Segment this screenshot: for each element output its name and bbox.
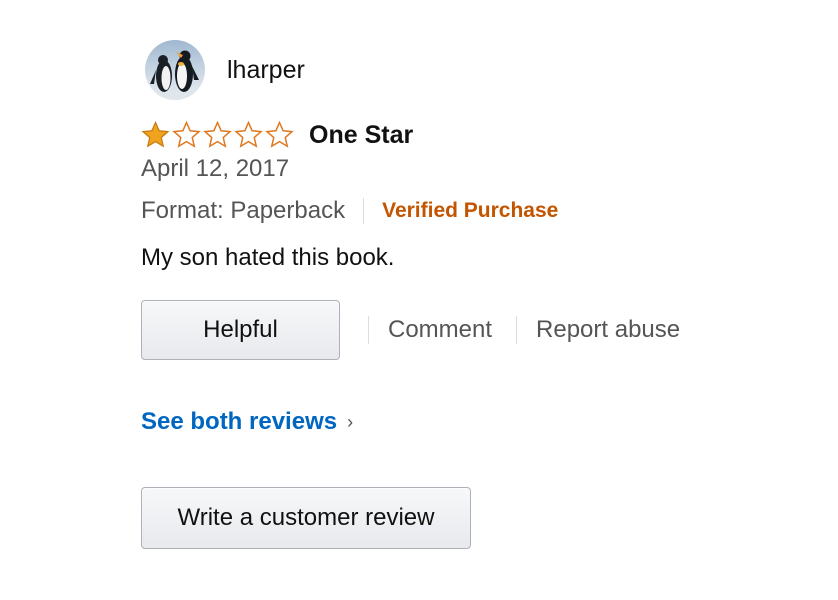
format-label[interactable]: Format: Paperback — [141, 197, 345, 225]
chevron-right-icon: › — [347, 412, 354, 432]
divider — [516, 316, 518, 344]
star-filled-icon — [141, 120, 170, 148]
penguin-avatar-icon[interactable] — [145, 40, 205, 100]
see-all-reviews-link[interactable]: See both reviews › — [141, 408, 353, 436]
rating-row: One Star — [140, 118, 413, 152]
report-abuse-link[interactable]: Report abuse — [536, 316, 680, 344]
verified-purchase-badge: Verified Purchase — [382, 199, 559, 222]
star-empty-icon — [265, 120, 294, 148]
review-title[interactable]: One Star — [309, 121, 413, 150]
review-body: My son hated this book. — [141, 244, 395, 271]
divider — [368, 316, 369, 344]
review-block: lharper One Star April 12, 2017 Format: … — [0, 0, 838, 600]
reviewer-profile[interactable]: lharper — [145, 40, 305, 100]
star-rating[interactable] — [140, 120, 295, 150]
format-row: Format: Paperback Verified Purchase — [141, 195, 558, 227]
star-empty-icon — [172, 120, 201, 148]
review-date: April 12, 2017 — [141, 155, 290, 182]
star-empty-icon — [234, 120, 263, 148]
comment-link[interactable]: Comment — [388, 316, 492, 344]
write-review-button[interactable]: Write a customer review — [141, 487, 471, 549]
divider — [363, 198, 365, 224]
helpful-button[interactable]: Helpful — [141, 300, 340, 360]
reviewer-username[interactable]: lharper — [227, 56, 305, 85]
see-all-reviews-label[interactable]: See both reviews — [141, 408, 337, 436]
star-empty-icon — [203, 120, 232, 148]
review-actions: Helpful Comment Report abuse — [141, 300, 680, 360]
